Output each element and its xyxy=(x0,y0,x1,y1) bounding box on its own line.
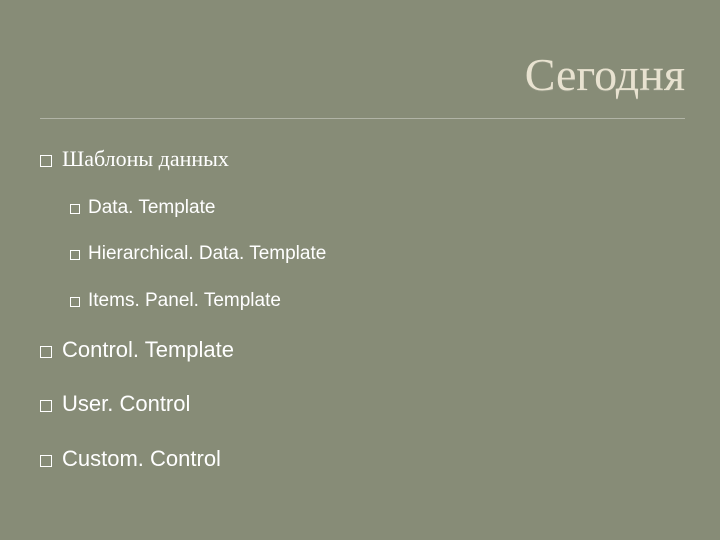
square-bullet-icon xyxy=(40,346,52,358)
list-item: Data. Template xyxy=(70,196,680,221)
item-label: Custom. Control xyxy=(62,445,221,474)
item-label: Items. Panel. Template xyxy=(88,289,281,314)
item-label: User. Control xyxy=(62,390,190,419)
list-item: Шаблоны данных xyxy=(40,145,680,174)
list-item: Control. Template xyxy=(40,336,680,365)
item-label: Hierarchical. Data. Template xyxy=(88,242,326,267)
list-item: Custom. Control xyxy=(40,445,680,474)
square-bullet-icon xyxy=(70,250,80,260)
list-item: Hierarchical. Data. Template xyxy=(70,242,680,267)
square-bullet-icon xyxy=(70,297,80,307)
square-bullet-icon xyxy=(40,155,52,167)
item-label: Data. Template xyxy=(88,196,215,221)
item-label: Control. Template xyxy=(62,336,234,365)
slide-title: Сегодня xyxy=(525,48,685,101)
list-item: User. Control xyxy=(40,390,680,419)
bullet-list: Шаблоны данных Data. Template Hierarchic… xyxy=(40,145,680,499)
square-bullet-icon xyxy=(70,204,80,214)
square-bullet-icon xyxy=(40,455,52,467)
item-label: Шаблоны данных xyxy=(62,145,229,174)
square-bullet-icon xyxy=(40,400,52,412)
list-item: Items. Panel. Template xyxy=(70,289,680,314)
title-divider xyxy=(40,118,685,119)
